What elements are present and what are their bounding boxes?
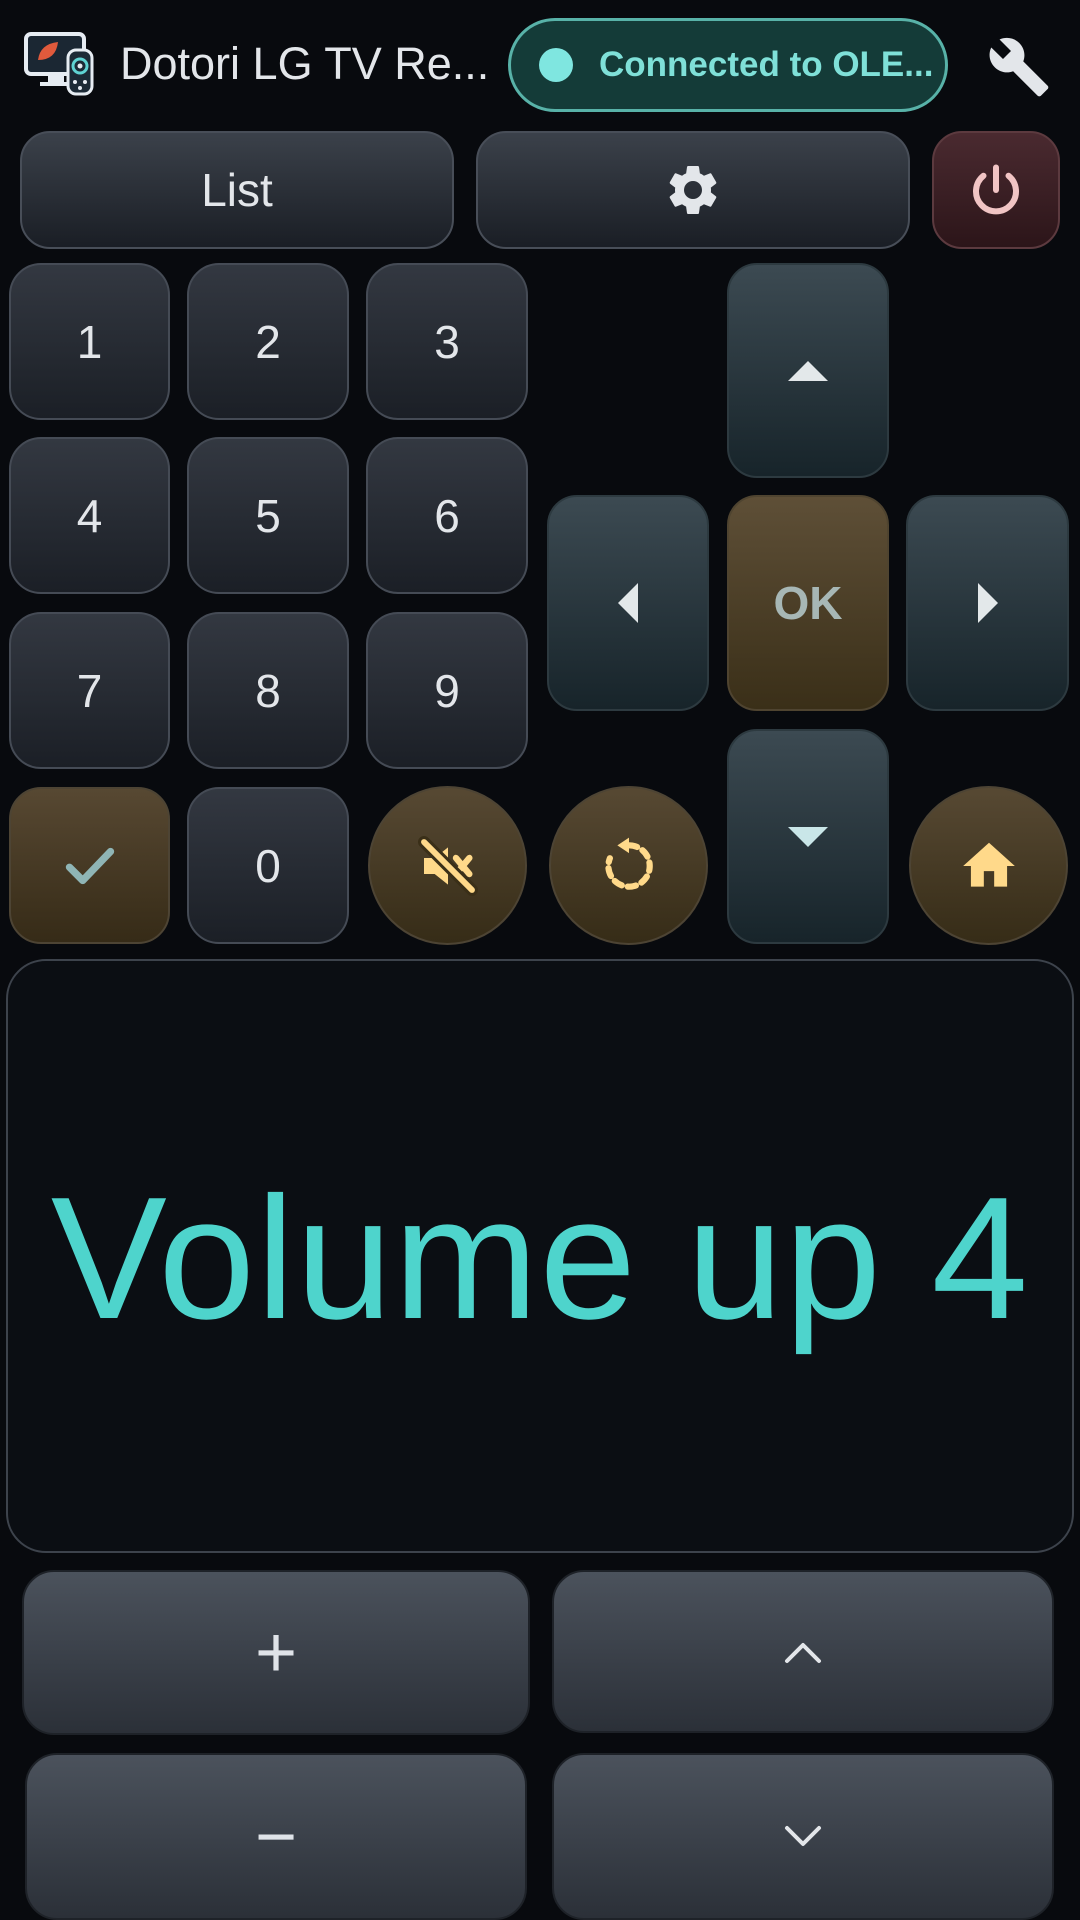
dpad-left-button[interactable] bbox=[547, 495, 709, 711]
triangle-right-icon bbox=[977, 583, 998, 623]
gear-icon bbox=[669, 165, 717, 214]
dpad-right-button[interactable] bbox=[906, 495, 1069, 711]
key-6[interactable]: 6 bbox=[366, 437, 528, 594]
key-7-label: 7 bbox=[76, 664, 103, 717]
list-button-label: List bbox=[201, 164, 273, 216]
key-5[interactable]: 5 bbox=[187, 437, 349, 594]
key-3[interactable]: 3 bbox=[366, 263, 528, 420]
mute-button[interactable] bbox=[368, 786, 527, 945]
key-6-label: 6 bbox=[434, 489, 460, 542]
app-logo-icon bbox=[24, 30, 96, 96]
chevron-up-icon bbox=[785, 1642, 821, 1663]
status-dot-icon bbox=[539, 48, 573, 82]
back-button[interactable] bbox=[549, 786, 708, 945]
connection-status-chip[interactable]: Connected to OLE... bbox=[508, 18, 948, 112]
home-button[interactable] bbox=[909, 786, 1068, 945]
key-7[interactable]: 7 bbox=[9, 612, 170, 769]
status-display-panel: Volume up 4 bbox=[6, 959, 1074, 1553]
settings-button[interactable] bbox=[476, 131, 910, 249]
key-9-label: 9 bbox=[434, 664, 460, 717]
key-0[interactable]: 0 bbox=[187, 787, 349, 944]
key-4-label: 4 bbox=[76, 489, 103, 542]
back-icon bbox=[604, 837, 653, 890]
volume-up-button[interactable]: + bbox=[22, 1570, 530, 1735]
list-button[interactable]: List bbox=[20, 131, 454, 249]
volume-down-label: − bbox=[254, 1796, 298, 1877]
key-3-label: 3 bbox=[434, 315, 460, 368]
chevron-down-icon bbox=[785, 1825, 821, 1846]
key-1[interactable]: 1 bbox=[9, 263, 170, 420]
channel-down-button[interactable] bbox=[552, 1753, 1054, 1920]
status-label: Connected to OLE... bbox=[599, 45, 934, 84]
key-2-label: 2 bbox=[255, 315, 281, 368]
power-icon bbox=[973, 164, 1019, 215]
wrench-button[interactable] bbox=[978, 26, 1060, 108]
key-8-label: 8 bbox=[255, 664, 281, 717]
channel-up-button[interactable] bbox=[552, 1570, 1054, 1733]
status-message: Volume up 4 bbox=[50, 1159, 1030, 1355]
triangle-up-icon bbox=[788, 360, 828, 381]
dpad-down-button[interactable] bbox=[727, 729, 889, 944]
key-0-label: 0 bbox=[255, 839, 281, 892]
key-2[interactable]: 2 bbox=[187, 263, 349, 420]
triangle-left-icon bbox=[618, 583, 638, 623]
triangle-down-icon bbox=[788, 826, 828, 847]
app-title: Dotori LG TV Re... bbox=[120, 38, 490, 89]
ok-label: OK bbox=[773, 577, 843, 629]
key-5-label: 5 bbox=[255, 489, 281, 542]
key-8[interactable]: 8 bbox=[187, 612, 349, 769]
volume-down-button[interactable]: − bbox=[25, 1753, 527, 1920]
check-icon bbox=[65, 847, 114, 884]
wrench-icon bbox=[989, 37, 1049, 97]
dpad-up-button[interactable] bbox=[727, 263, 889, 478]
power-button[interactable] bbox=[932, 131, 1060, 249]
volume-up-label: + bbox=[254, 1612, 298, 1693]
key-1-label: 1 bbox=[76, 315, 103, 368]
key-9[interactable]: 9 bbox=[366, 612, 528, 769]
key-4[interactable]: 4 bbox=[9, 437, 170, 594]
home-icon bbox=[962, 842, 1015, 887]
confirm-button[interactable] bbox=[9, 787, 170, 944]
dpad-ok-button[interactable]: OK bbox=[727, 495, 889, 711]
mute-icon bbox=[417, 835, 478, 896]
